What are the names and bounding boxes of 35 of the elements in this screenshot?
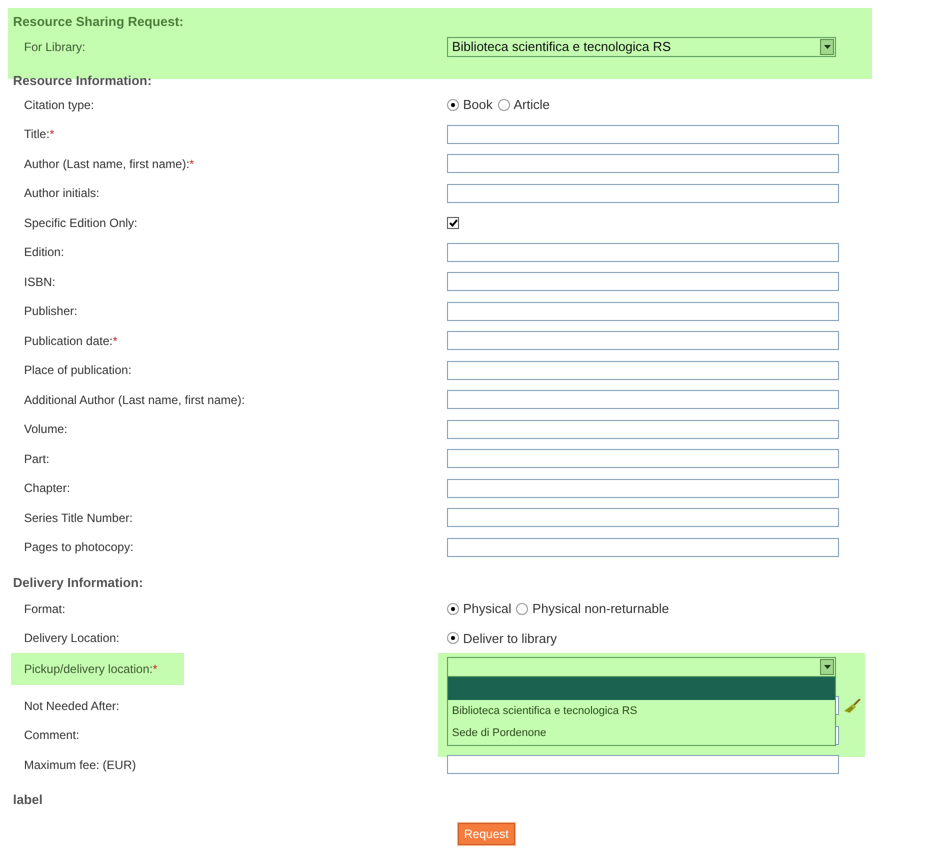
radio-label: Book (463, 96, 493, 114)
field-label: Edition: (24, 245, 64, 260)
section-heading: label (13, 791, 43, 809)
field-label: Title:* (24, 127, 54, 142)
field-label: Format: (24, 602, 66, 616)
field-label: For Library: (24, 40, 86, 54)
section-heading: Delivery Information: (13, 574, 144, 592)
field-label: Series Title Number: (24, 510, 133, 525)
field-label: Publisher: (24, 304, 78, 318)
field-label: Specific Edition Only: (24, 216, 138, 230)
field-label: Pickup/delivery location:* (24, 661, 158, 678)
section-heading: Resource Sharing Request: (12, 13, 184, 31)
field-label: Author (Last name, first name):* (24, 156, 194, 171)
radio-label: Physical non-returnable (532, 600, 669, 618)
section-heading: Resource Information: (13, 72, 152, 90)
radio-label: Physical (463, 600, 512, 618)
field-label: Chapter: (24, 481, 70, 496)
field-label: Publication date:* (24, 334, 118, 348)
dropdown-option[interactable]: Biblioteca scientifica e tecnologica RS (448, 700, 835, 722)
field-label: ISBN: (24, 274, 56, 289)
dropdown-option[interactable]: Sede di Pordenone (448, 722, 835, 744)
field-label: Not Needed After: (24, 698, 120, 713)
field-label: Additional Author (Last name, first name): (24, 392, 245, 407)
radio-label: Deliver to library (463, 630, 557, 648)
field-label: Citation type: (24, 98, 94, 112)
field-label: Delivery Location: (24, 631, 120, 646)
field-label: Maximum fee: (EUR) (24, 758, 136, 772)
field-label: Volume: (24, 422, 68, 436)
field-label: Part: (24, 452, 50, 466)
field-label: Place of publication: (24, 363, 132, 378)
field-label: Author initials: (24, 186, 100, 200)
field-label: Pages to photocopy: (24, 540, 134, 554)
select-field[interactable]: Biblioteca scientifica e tecnologica RS (447, 37, 836, 57)
field-label: Comment: (24, 728, 80, 742)
radio-label: Article (514, 96, 550, 114)
